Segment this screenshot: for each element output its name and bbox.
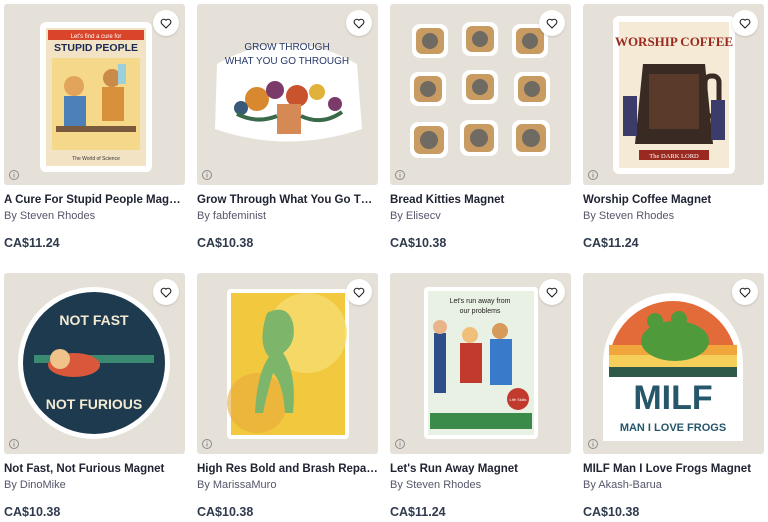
product-artist[interactable]: By Elisecv <box>390 209 571 223</box>
info-circle-icon[interactable] <box>201 169 213 181</box>
product-image[interactable]: MILF MAN I LOVE FROGS <box>583 273 764 454</box>
svg-text:Let's run away from: Let's run away from <box>450 298 511 305</box>
product-image[interactable]: Let's run away from our problems Life Sk… <box>390 273 571 454</box>
heart-outline-icon <box>160 18 172 29</box>
product-card[interactable]: WORSHIP COFFEE The DARK LORD Worship Cof… <box>583 4 764 251</box>
product-price: CA$10.38 <box>197 236 254 250</box>
product-artist[interactable]: By MarissaMuro <box>197 478 378 492</box>
product-price: CA$11.24 <box>4 236 60 250</box>
product-card[interactable]: Let's run away from our problems Life Sk… <box>390 273 571 520</box>
heart-outline-icon <box>160 287 172 298</box>
product-price: CA$10.38 <box>583 505 640 519</box>
svg-text:WORSHIP COFFEE: WORSHIP COFFEE <box>615 34 733 49</box>
heart-outline-icon <box>353 287 365 298</box>
product-title[interactable]: Let's Run Away Magnet <box>390 462 571 476</box>
info-circle-icon[interactable] <box>394 169 406 181</box>
product-artist[interactable]: By DinoMike <box>4 478 185 492</box>
favorite-button[interactable] <box>732 10 758 36</box>
product-title[interactable]: Not Fast, Not Furious Magnet <box>4 462 185 476</box>
product-card[interactable]: High Res Bold and Brash Repaint Magnet B… <box>197 273 378 520</box>
product-artist[interactable]: By Steven Rhodes <box>390 478 571 492</box>
product-image[interactable]: Let's find a cure for STUPID PEOPLE The … <box>4 4 185 185</box>
product-card[interactable]: Bread Kitties Magnet By Elisecv CA$10.38 <box>390 4 571 251</box>
info-circle-icon[interactable] <box>8 169 20 181</box>
info-circle-icon[interactable] <box>587 169 599 181</box>
info-circle-icon[interactable] <box>394 438 406 450</box>
product-image[interactable] <box>197 273 378 454</box>
product-price: CA$10.38 <box>197 505 254 519</box>
product-card[interactable]: Let's find a cure for STUPID PEOPLE The … <box>4 4 185 251</box>
svg-text:NOT FURIOUS: NOT FURIOUS <box>46 396 142 412</box>
info-circle-icon[interactable] <box>587 438 599 450</box>
product-artist[interactable]: By Steven Rhodes <box>583 209 764 223</box>
product-title[interactable]: Grow Through What You Go Through Magnet <box>197 193 378 207</box>
svg-text:GROW THROUGH: GROW THROUGH <box>244 42 329 53</box>
product-image[interactable]: NOT FAST NOT FURIOUS <box>4 273 185 454</box>
svg-text:MILF: MILF <box>633 379 712 417</box>
product-price: CA$10.38 <box>390 236 447 250</box>
product-title[interactable]: Worship Coffee Magnet <box>583 193 764 207</box>
product-card[interactable]: NOT FAST NOT FURIOUS Not Fast, Not Furio… <box>4 273 185 520</box>
product-card[interactable]: MILF MAN I LOVE FROGS MILF Man I Love Fr… <box>583 273 764 520</box>
product-grid: Let's find a cure for STUPID PEOPLE The … <box>0 0 768 522</box>
product-image[interactable]: WORSHIP COFFEE The DARK LORD <box>583 4 764 185</box>
svg-text:WHAT YOU GO THROUGH: WHAT YOU GO THROUGH <box>225 56 349 67</box>
info-circle-icon[interactable] <box>8 438 20 450</box>
svg-text:The World of Science: The World of Science <box>72 156 120 162</box>
heart-outline-icon <box>739 18 751 29</box>
favorite-button[interactable] <box>539 279 565 305</box>
heart-outline-icon <box>739 287 751 298</box>
svg-text:Let's find a cure for: Let's find a cure for <box>71 34 122 40</box>
product-title[interactable]: Bread Kitties Magnet <box>390 193 571 207</box>
product-title[interactable]: MILF Man I Love Frogs Magnet <box>583 462 764 476</box>
product-artist[interactable]: By Akash-Barua <box>583 478 764 492</box>
product-artist[interactable]: By fabfeminist <box>197 209 378 223</box>
favorite-button[interactable] <box>346 10 372 36</box>
product-image[interactable]: GROW THROUGH WHAT YOU GO THROUGH <box>197 4 378 185</box>
product-title[interactable]: High Res Bold and Brash Repaint Magnet <box>197 462 378 476</box>
product-artist[interactable]: By Steven Rhodes <box>4 209 185 223</box>
product-price: CA$11.24 <box>583 236 639 250</box>
svg-text:STUPID PEOPLE: STUPID PEOPLE <box>54 42 138 54</box>
heart-outline-icon <box>353 18 365 29</box>
product-title[interactable]: A Cure For Stupid People Magnet <box>4 193 185 207</box>
svg-text:The DARK LORD: The DARK LORD <box>649 153 699 160</box>
favorite-button[interactable] <box>346 279 372 305</box>
svg-text:NOT FAST: NOT FAST <box>59 312 129 328</box>
product-card[interactable]: GROW THROUGH WHAT YOU GO THROUGH Grow Th… <box>197 4 378 251</box>
favorite-button[interactable] <box>153 10 179 36</box>
info-circle-icon[interactable] <box>201 438 213 450</box>
heart-outline-icon <box>546 287 558 298</box>
favorite-button[interactable] <box>153 279 179 305</box>
favorite-button[interactable] <box>539 10 565 36</box>
favorite-button[interactable] <box>732 279 758 305</box>
svg-text:MAN I LOVE FROGS: MAN I LOVE FROGS <box>620 422 726 434</box>
heart-outline-icon <box>546 18 558 29</box>
svg-text:our problems: our problems <box>460 308 501 315</box>
product-price: CA$11.24 <box>390 505 446 519</box>
product-price: CA$10.38 <box>4 505 61 519</box>
svg-text:Life Skills: Life Skills <box>510 397 527 402</box>
product-image[interactable] <box>390 4 571 185</box>
